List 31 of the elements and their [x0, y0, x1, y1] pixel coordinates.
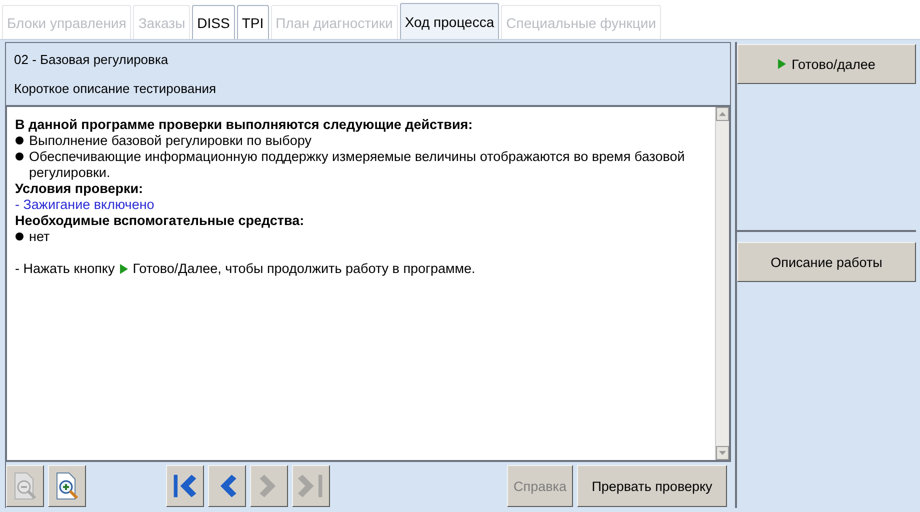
- play-icon: [778, 59, 786, 69]
- previous-button[interactable]: [208, 465, 246, 507]
- play-icon: [120, 264, 128, 274]
- instruction-text: - Нажать кнопку: [15, 261, 115, 277]
- first-button[interactable]: [166, 465, 204, 507]
- bullet-icon: [15, 232, 24, 241]
- scroll-up-icon: [719, 112, 726, 116]
- description-button[interactable]: Описание работы: [737, 242, 916, 282]
- instruction-text: Готово/Далее, чтобы продолжить работу в программе.: [132, 261, 476, 277]
- bullet-icon: [15, 136, 24, 145]
- bullet-text: Обеспечивающие информационную поддержку измеряемые величины отображаются во время базовой регулировки.: [29, 149, 686, 181]
- next-step-button[interactable]: Готово/далее: [737, 44, 916, 84]
- section-heading: Условия проверки:: [15, 181, 143, 197]
- condition-text: - Зажигание включено: [15, 197, 154, 213]
- scrollbar[interactable]: [715, 107, 729, 460]
- section-heading: Необходимые вспомогательные средства:: [15, 213, 304, 229]
- bullet-text: Выполнение базовой регулировки по выбору: [29, 133, 312, 149]
- tab[interactable]: DISS: [192, 5, 235, 39]
- tab[interactable]: TPI: [236, 5, 269, 39]
- zoom-in-button[interactable]: [48, 465, 86, 507]
- button-label: Готово/далее: [792, 56, 876, 72]
- scroll-down-icon: [719, 451, 726, 455]
- zoom-out-icon: [12, 471, 38, 501]
- bullet-icon: [15, 152, 24, 161]
- test-subtitle: Короткое описание тестирования: [14, 81, 218, 96]
- bullet-text: нет: [29, 229, 50, 245]
- section-heading: В данной программе проверки выполняются следующие действия:: [15, 117, 473, 133]
- test-title: 02 - Базовая регулировка: [14, 52, 170, 67]
- tab[interactable]: Ход процесса: [400, 3, 500, 39]
- zoom-in-icon: [54, 471, 80, 501]
- abort-button[interactable]: Прервать проверку: [577, 465, 727, 507]
